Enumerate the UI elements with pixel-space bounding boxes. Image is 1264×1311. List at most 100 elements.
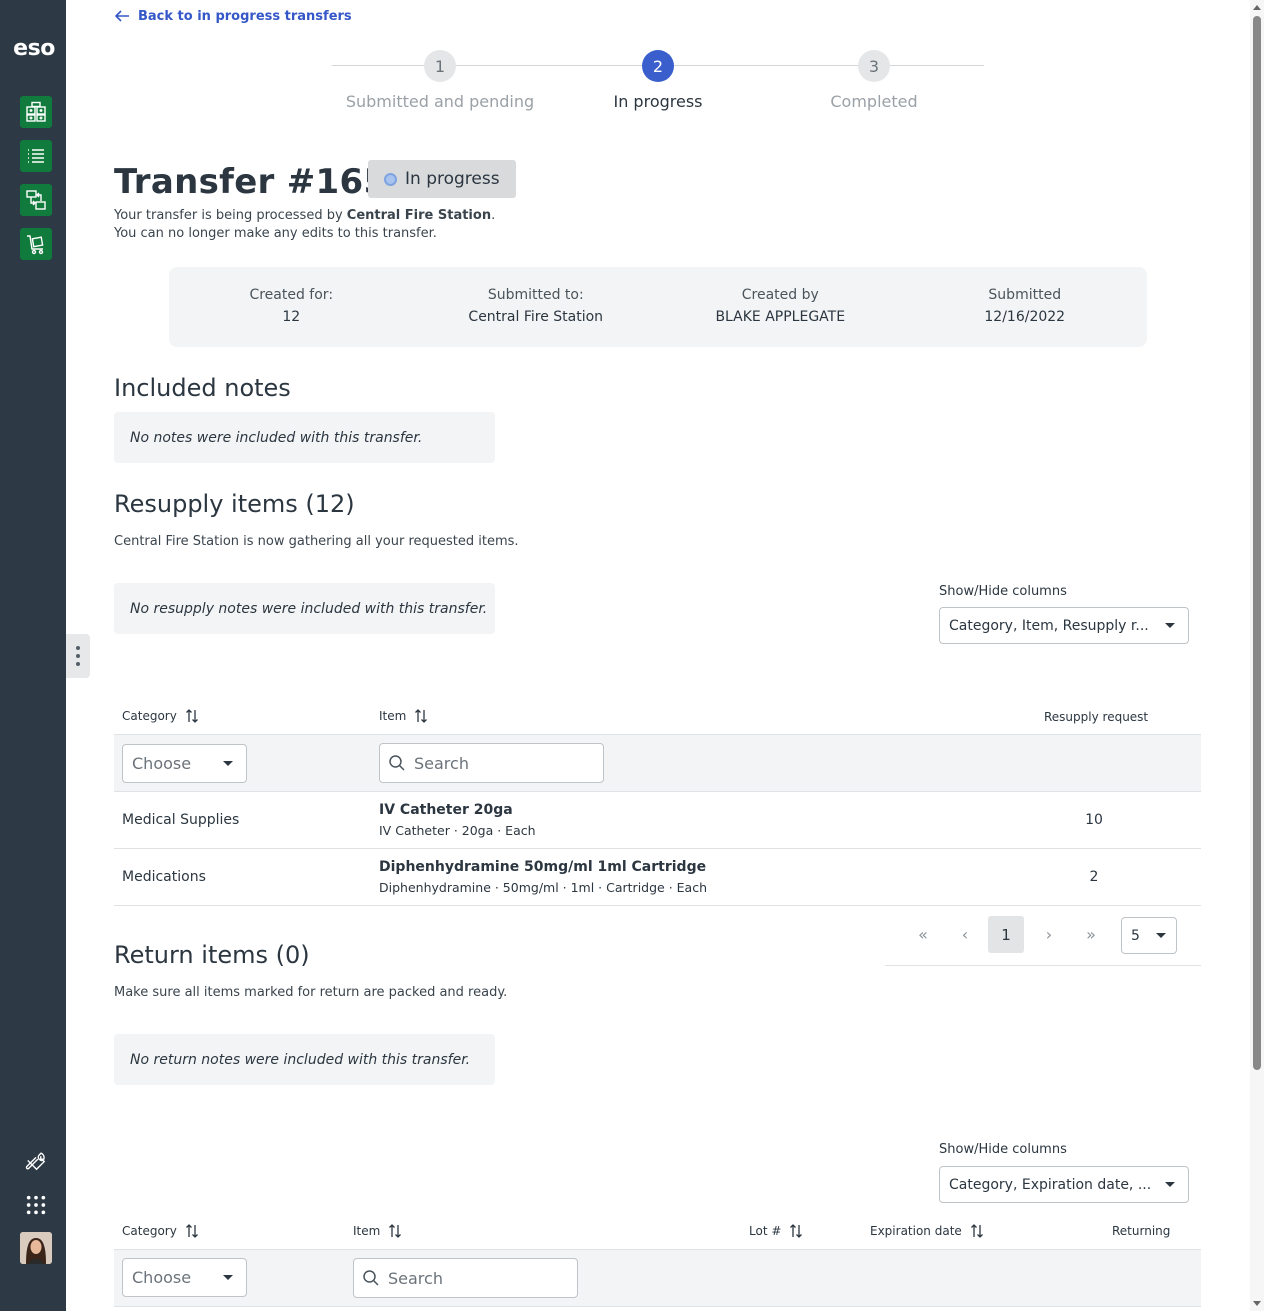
summary-key: Submitted to: [487,287,584,303]
scroll-up-icon[interactable] [1253,5,1261,10]
column-header-label: Lot # [749,1224,782,1238]
in-progress-icon [384,172,397,186]
next-page-button[interactable]: › [1031,916,1067,953]
return-heading: Return items (0) [114,941,310,969]
column-header-expiration-date[interactable]: Expiration date [870,1224,984,1238]
column-header-category[interactable]: Category [122,709,199,723]
column-header-label: Category [122,709,177,723]
caret-down-icon [223,761,233,766]
sort-icon[interactable] [970,1224,984,1238]
row-item-detail: IV Catheter · 20ga · Each [379,823,536,838]
prev-page-button[interactable]: ‹ [947,916,983,953]
avatar[interactable] [20,1232,52,1264]
page-size-select[interactable]: 5 [1121,917,1177,954]
table-row[interactable]: Medical Supplies IV Catheter 20ga IV Cat… [114,792,1201,849]
resupply-columns-select[interactable]: Category, Item, Resupply r... [939,607,1189,644]
summary-created-for: Created for: 12 [169,267,414,347]
row-category: Medications [122,869,206,885]
scrollbar-thumb[interactable] [1253,16,1261,1070]
summary-key: Submitted [988,287,1062,303]
summary-submitted-to: Submitted to: Central Fire Station [414,267,659,347]
caret-down-icon [1165,623,1175,628]
wrench-icon[interactable] [22,1147,50,1175]
row-item-name: IV Catheter 20ga [379,802,513,818]
step-number: 1 [424,50,456,82]
step-in-progress: 2 In progress [558,50,758,111]
desc-station: Central Fire Station [346,208,492,223]
sort-icon[interactable] [388,1224,402,1238]
item-search-input[interactable]: Search [353,1258,578,1298]
column-header-label: Item [379,709,407,723]
column-header-label: Expiration date [870,1224,962,1238]
summary-created-by: Created by BLAKE APPLEGATE [658,267,903,347]
cart-icon[interactable] [20,228,52,260]
resupply-description: Central Fire Station is now gathering al… [114,534,519,549]
summary-key: Created by [741,287,819,303]
table-row[interactable]: Medications Diphenhydramine 50mg/ml 1ml … [114,849,1201,906]
first-page-button[interactable]: « [905,916,941,953]
column-header-label: Resupply request [1044,710,1149,724]
step-number: 3 [858,50,890,82]
notes-heading: Included notes [114,374,291,402]
return-columns-select[interactable]: Category, Expiration date, ... [939,1166,1189,1203]
search-icon [389,755,405,771]
resupply-heading: Resupply items (12) [114,490,355,518]
apps-grid-icon[interactable] [22,1191,50,1219]
step-label: Completed [830,92,918,111]
select-value: 5 [1131,927,1140,944]
desc-prefix: Your transfer is being processed by [114,208,347,223]
select-value: Category, Item, Resupply r... [949,617,1149,634]
summary-value: Central Fire Station [468,309,604,325]
page-scrollbar[interactable] [1250,0,1264,1311]
transfer-icon[interactable] [20,184,52,216]
column-header-item[interactable]: Item [379,709,428,723]
summary-key: Created for: [249,287,334,303]
search-placeholder: Search [388,1268,443,1288]
list-icon[interactable] [20,140,52,172]
summary-value: 12/16/2022 [984,309,1066,325]
step-number: 2 [642,50,674,82]
transfer-description-line2: You can no longer make any edits to this… [114,226,437,241]
sidebar-collapse-handle[interactable] [66,634,90,678]
step-label: Submitted and pending [345,92,535,111]
back-to-transfers-link[interactable]: Back to in progress transfers [114,8,352,24]
column-header-category[interactable]: Category [122,1224,199,1238]
caret-down-icon [1165,1182,1175,1187]
row-item-detail: Diphenhydramine · 50mg/ml · 1ml · Cartri… [379,880,707,895]
resupply-filter-row [114,734,1201,792]
column-header-lot[interactable]: Lot # [749,1224,803,1238]
show-hide-columns-label: Show/Hide columns [939,1142,1067,1157]
transfer-description: Your transfer is being processed by Cent… [114,208,495,223]
arrow-left-icon [114,10,129,22]
last-page-button[interactable]: » [1073,916,1109,953]
category-filter-select[interactable]: Choose [122,744,247,783]
sort-icon[interactable] [185,709,199,723]
pagination: « ‹ 1 › » 5 [885,916,1201,966]
sort-icon[interactable] [414,709,428,723]
column-header-returning: Returning [1112,1224,1170,1238]
step-completed: 3 Completed [774,50,974,111]
inventory-grid-icon[interactable] [20,96,52,128]
summary-value: BLAKE APPLEGATE [715,309,846,325]
transfer-summary: Created for: 12 Submitted to: Central Fi… [169,267,1147,347]
sort-icon[interactable] [185,1224,199,1238]
select-value: Choose [132,1268,192,1287]
category-filter-select[interactable]: Choose [122,1258,247,1297]
column-header-label: Returning [1112,1224,1171,1238]
caret-down-icon [223,1275,233,1280]
sort-icon[interactable] [789,1224,803,1238]
column-header-item[interactable]: Item [353,1224,402,1238]
column-header-label: Item [353,1224,381,1238]
show-hide-columns-label: Show/Hide columns [939,584,1067,599]
sidebar: eso [0,0,66,1311]
scroll-down-icon[interactable] [1253,1301,1261,1306]
return-description: Make sure all items marked for return ar… [114,985,508,1000]
return-notes-empty: No return notes were included with this … [114,1034,495,1085]
step-submitted: 1 Submitted and pending [340,50,540,111]
item-search-input[interactable]: Search [379,743,604,783]
page-1-button[interactable]: 1 [988,916,1024,953]
column-header-resupply-request: Resupply request [1044,710,1148,724]
back-link-label: Back to in progress transfers [138,8,352,24]
select-value: Choose [132,754,192,773]
column-header-label: Category [122,1224,177,1238]
